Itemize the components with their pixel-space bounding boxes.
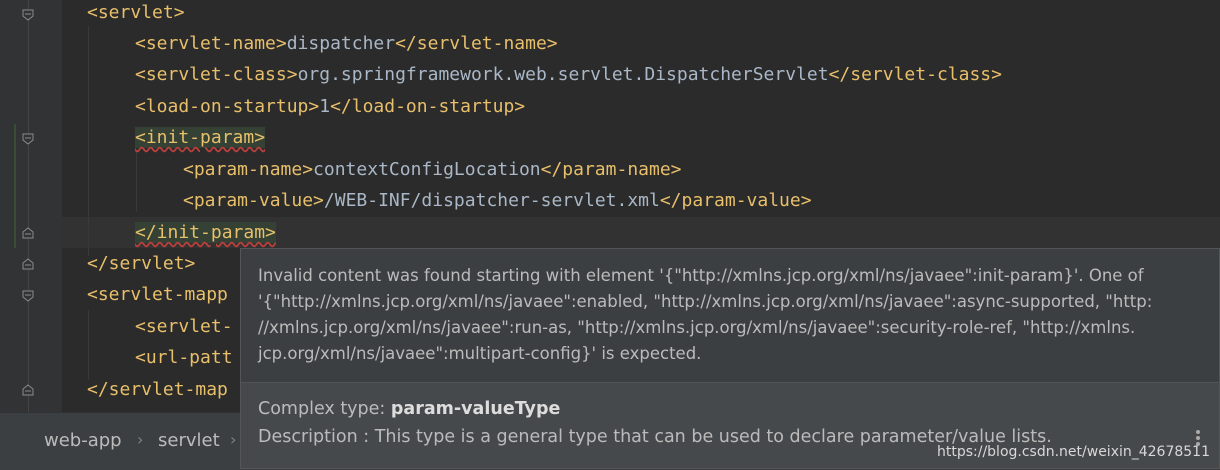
breadcrumb-item-web-app[interactable]: web-app xyxy=(44,430,122,451)
xml-tag: <param-name> xyxy=(183,159,314,180)
fold-marker-icon[interactable] xyxy=(22,133,34,145)
xml-tag: <servlet> xyxy=(87,2,185,23)
fold-marker-icon[interactable] xyxy=(22,290,34,302)
error-message-line: '{"http://xmlns.jcp.org/xml/ns/javaee":e… xyxy=(258,292,1153,311)
xml-text: org.springframework.web.servlet.Dispatch… xyxy=(297,64,829,85)
code-line[interactable]: <param-value>/WEB-INF/dispatcher-servlet… xyxy=(183,185,812,216)
code-line[interactable]: <param-name>contextConfigLocation</param… xyxy=(183,154,682,185)
code-line[interactable]: <init-param> xyxy=(135,122,266,153)
error-tooltip: Invalid content was found starting with … xyxy=(240,248,1220,469)
fold-guide xyxy=(28,0,29,412)
code-line[interactable]: </servlet-map xyxy=(87,374,228,405)
fold-marker-icon[interactable] xyxy=(22,258,34,270)
code-line[interactable]: <servlet- xyxy=(135,311,233,342)
breadcrumb-separator-icon: › xyxy=(230,430,237,449)
xml-tag-error: </init-param> xyxy=(135,222,276,243)
xml-tag: </param-name> xyxy=(540,159,682,180)
xml-tag: <param-value> xyxy=(183,190,324,211)
xml-tag: </load-on-startup> xyxy=(330,96,526,117)
code-line[interactable]: <servlet-name>dispatcher</servlet-name> xyxy=(135,28,558,59)
code-line[interactable]: <servlet-class>org.springframework.web.s… xyxy=(135,59,1002,90)
code-line[interactable]: <url-patt xyxy=(135,342,233,373)
code-line[interactable]: <servlet> xyxy=(87,0,185,28)
fold-marker-icon[interactable] xyxy=(22,9,34,21)
breadcrumb-separator-icon: › xyxy=(137,430,144,449)
indent-guide xyxy=(88,26,89,256)
code-line[interactable]: <load-on-startup>1</load-on-startup> xyxy=(135,91,525,122)
xml-tag: </servlet-name> xyxy=(395,33,558,54)
error-message-line: //xmlns.jcp.org/xml/ns/javaee":run-as, "… xyxy=(258,318,1136,337)
breadcrumb-item-servlet[interactable]: servlet xyxy=(158,430,220,451)
xml-tag-error: <init-param> xyxy=(135,127,266,148)
xml-text: dispatcher xyxy=(286,33,396,54)
code-line[interactable]: <servlet-mapp xyxy=(87,279,228,310)
xml-tag: </servlet-map xyxy=(87,379,228,400)
editor-gutter xyxy=(0,0,62,412)
code-line[interactable]: </servlet> xyxy=(87,248,195,279)
xml-tag: <servlet- xyxy=(135,316,233,337)
vcs-change-marker[interactable] xyxy=(14,124,16,248)
xml-text: contextConfigLocation xyxy=(313,159,541,180)
xml-text: 1 xyxy=(319,96,331,117)
complex-type-label: Complex type: xyxy=(258,399,391,419)
complex-type: Complex type: param-valueType xyxy=(258,399,560,419)
xml-tag: </servlet> xyxy=(87,253,196,274)
error-message-line: jcp.org/xml/ns/javaee":multipart-config}… xyxy=(258,344,702,363)
type-description: Description : This type is a general typ… xyxy=(258,427,1052,447)
xml-tag: <servlet-name> xyxy=(135,33,287,54)
xml-tag: <servlet-mapp xyxy=(87,284,228,305)
xml-text: /WEB-INF/dispatcher-servlet.xml xyxy=(323,190,660,211)
error-message-line: Invalid content was found starting with … xyxy=(258,266,1144,285)
error-message: Invalid content was found starting with … xyxy=(258,263,1206,367)
xml-tag: <load-on-startup> xyxy=(135,96,320,117)
complex-type-value: param-valueType xyxy=(390,399,561,419)
code-line[interactable]: </init-param> xyxy=(135,217,276,248)
indent-guide xyxy=(136,152,137,212)
xml-tag: <url-patt xyxy=(135,347,233,368)
indent-guide xyxy=(88,310,89,380)
xml-tag: <servlet-class> xyxy=(135,64,298,85)
fold-marker-icon[interactable] xyxy=(22,384,34,396)
watermark: https://blog.csdn.net/weixin_42678511 xyxy=(936,444,1210,460)
xml-tag: </param-value> xyxy=(659,190,812,211)
fold-marker-icon[interactable] xyxy=(22,227,34,239)
xml-tag: </servlet-class> xyxy=(828,64,1002,85)
